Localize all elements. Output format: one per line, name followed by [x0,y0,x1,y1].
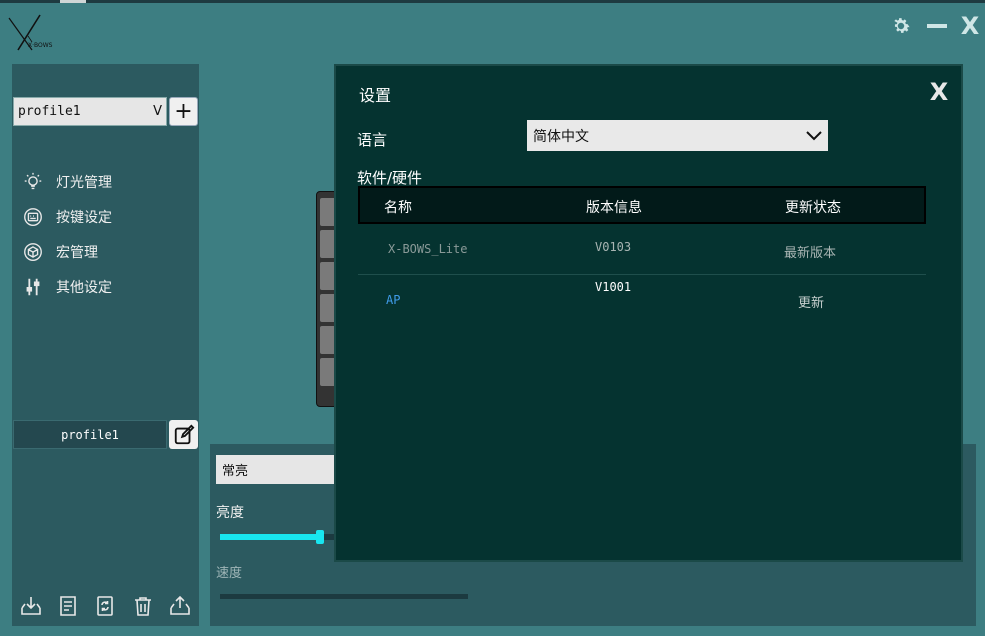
chevron-down-icon [800,122,828,150]
speed-slider[interactable] [220,594,468,599]
sidebar-item-label: 按键设定 [56,209,112,226]
sidebar-item-keys[interactable]: 按键设定 [20,199,112,234]
profile-name-field[interactable]: profile1 [13,420,167,449]
column-header-version: 版本信息 [586,200,642,216]
firmware-name: X-BOWS_Lite [388,242,468,256]
add-profile-button[interactable]: + [169,97,198,126]
sidebar-item-other[interactable]: 其他设定 [20,269,112,304]
language-select[interactable]: 简体中文 [527,120,828,151]
lighting-mode-select[interactable]: 常亮 [216,455,334,484]
sidebar: profile1 V + 灯光管理 按键设定 宏管理 其他设定 profile1 [12,64,199,626]
minimize-button[interactable] [924,12,950,40]
profile-actions-bar [12,591,199,621]
brightness-slider-fill [220,534,321,540]
export-icon[interactable] [167,593,193,619]
sidebar-item-label: 宏管理 [56,244,98,261]
sidebar-item-lighting[interactable]: 灯光管理 [20,164,112,199]
column-header-name: 名称 [384,200,412,216]
row-divider [358,274,926,275]
profile-select[interactable]: profile1 V [13,97,167,126]
import-icon[interactable] [18,593,44,619]
sidebar-item-label: 其他设定 [56,279,112,296]
app-close-button[interactable]: X [957,12,983,40]
sliders-icon [20,274,46,300]
table-header: 名称 版本信息 更新状态 [358,186,926,224]
firmware-version: V0103 [595,240,632,254]
firmware-name: AP [386,293,401,307]
cube-icon [20,239,46,265]
edit-icon [174,424,194,444]
software-hardware-label: 软件/硬件 [357,169,423,187]
logo-text: X·BOWS [28,42,53,49]
keyboard-icon [20,204,46,230]
language-select-value: 简体中文 [533,128,589,145]
trash-icon[interactable] [130,593,156,619]
profile-select-value: profile1 [18,104,81,119]
brightness-slider-thumb[interactable] [316,530,325,544]
brightness-slider[interactable] [220,530,334,544]
dialog-title: 设置 [359,86,392,105]
top-border-highlight [60,0,86,3]
settings-dialog: 设置 X 语言 简体中文 软件/硬件 名称 版本信息 更新状态 X-BOWS_L… [334,64,963,562]
app-logo: X·BOWS [6,12,62,56]
speed-label: 速度 [216,566,243,581]
minus-icon [927,24,947,28]
gear-icon[interactable] [887,12,915,40]
sync-icon[interactable] [92,593,118,619]
sidebar-menu: 灯光管理 按键设定 宏管理 其他设定 [20,164,112,304]
light-bulb-icon [20,169,46,195]
notes-icon[interactable] [55,593,81,619]
edit-profile-button[interactable] [169,420,198,449]
update-status: 最新版本 [784,246,837,261]
column-header-status: 更新状态 [785,200,841,216]
sidebar-item-macros[interactable]: 宏管理 [20,234,112,269]
chevron-down-icon: V [153,104,162,119]
dialog-close-button[interactable]: X [924,78,954,106]
sidebar-item-label: 灯光管理 [56,174,112,191]
update-link[interactable]: 更新 [798,292,824,311]
firmware-version: V1001 [595,280,632,294]
language-label: 语言 [357,131,388,149]
brightness-label: 亮度 [216,505,244,521]
top-border [0,0,985,3]
